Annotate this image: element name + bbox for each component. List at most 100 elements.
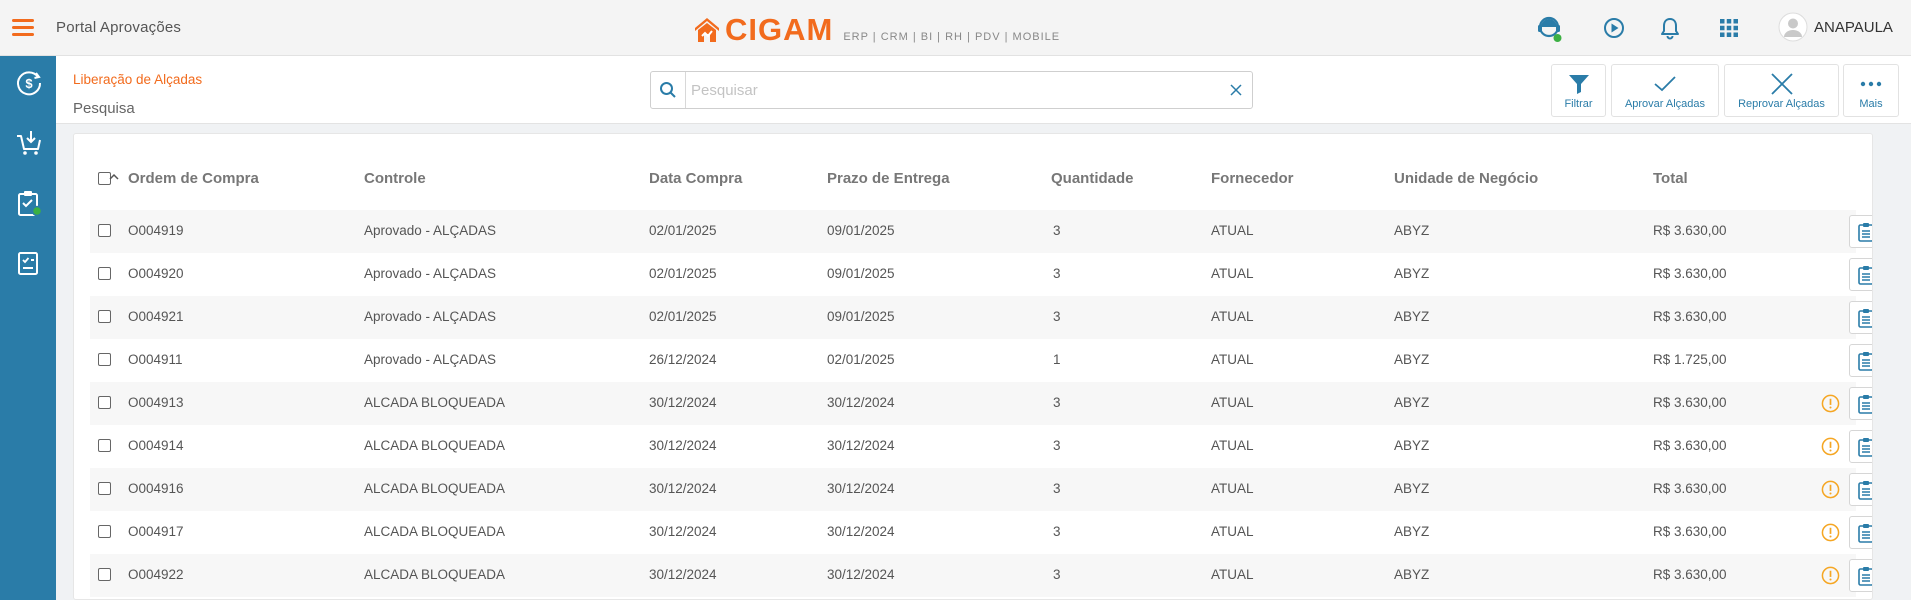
column-quantidade[interactable]: Quantidade [1051, 170, 1134, 187]
approval-checklist-icon[interactable] [14, 248, 44, 278]
row-checkbox[interactable] [98, 396, 111, 409]
clipboard-list-icon [1857, 351, 1872, 371]
details-button[interactable] [1849, 559, 1872, 592]
page-header: Liberação de Alçadas Pesquisa Filtrar Ap… [56, 56, 1911, 124]
cell-unidade: ABYZ [1394, 266, 1430, 281]
cell-prazo-entrega: 30/12/2024 [827, 395, 895, 410]
filter-button[interactable]: Filtrar [1551, 64, 1606, 117]
dollar-circle-icon[interactable]: $ [14, 68, 44, 98]
row-checkbox[interactable] [98, 224, 111, 237]
warning-icon[interactable] [1821, 523, 1840, 542]
details-button[interactable] [1849, 430, 1872, 463]
cell-controle: ALCADA BLOQUEADA [364, 524, 506, 539]
cell-data-compra: 30/12/2024 [649, 481, 717, 496]
play-circle-icon[interactable] [1599, 13, 1629, 43]
warning-icon[interactable] [1821, 566, 1840, 585]
details-button[interactable] [1849, 344, 1872, 377]
cell-fornecedor: ATUAL [1211, 395, 1254, 410]
clipboard-check-icon[interactable] [14, 188, 44, 218]
cell-data-compra: 26/12/2024 [649, 352, 717, 367]
sort-asc-icon[interactable] [109, 172, 119, 182]
cell-ordem: O004922 [128, 567, 184, 582]
brand-subtitle: ERP | CRM | BI | RH | PDV | MOBILE [843, 31, 1061, 43]
table-row[interactable]: O004922 ALCADA BLOQUEADA 30/12/2024 30/12/2… [90, 554, 1872, 597]
column-unidade[interactable]: Unidade de Negócio [1394, 170, 1538, 187]
row-checkbox[interactable] [98, 353, 111, 366]
row-checkbox[interactable] [98, 525, 111, 538]
clipboard-list-icon [1857, 566, 1872, 586]
column-fornecedor[interactable]: Fornecedor [1211, 170, 1294, 187]
row-checkbox[interactable] [98, 439, 111, 452]
details-button[interactable] [1849, 516, 1872, 549]
table-row[interactable]: O004916 ALCADA BLOQUEADA 30/12/2024 30/12/2… [90, 468, 1872, 511]
table-row[interactable]: O004921 Aprovado - ALÇADAS 02/01/2025 09/01… [90, 296, 1872, 339]
cell-prazo-entrega: 09/01/2025 [827, 223, 895, 238]
check-icon [1654, 76, 1676, 92]
details-button[interactable] [1849, 387, 1872, 420]
breadcrumb[interactable]: Liberação de Alçadas [73, 72, 202, 87]
table-row[interactable]: O004914 ALCADA BLOQUEADA 30/12/2024 30/12/2… [90, 425, 1872, 468]
row-checkbox[interactable] [98, 267, 111, 280]
more-button[interactable]: Mais [1843, 64, 1899, 117]
cell-controle: ALCADA BLOQUEADA [364, 395, 506, 410]
apps-grid-icon[interactable] [1714, 13, 1744, 43]
cell-ordem: O004916 [128, 481, 184, 496]
details-button[interactable] [1849, 215, 1872, 248]
clear-icon[interactable] [1229, 83, 1243, 97]
column-controle[interactable]: Controle [364, 170, 426, 187]
more-label: Mais [1859, 98, 1883, 110]
cell-controle: Aprovado - ALÇADAS [364, 223, 497, 238]
clipboard-list-icon [1857, 437, 1872, 457]
cell-quantidade: 3 [1053, 395, 1061, 410]
clipboard-list-icon [1857, 523, 1872, 543]
column-total[interactable]: Total [1653, 170, 1688, 187]
filter-icon [1568, 75, 1589, 94]
clipboard-list-icon [1857, 308, 1872, 328]
table-row[interactable]: O004911 Aprovado - ALÇADAS 26/12/2024 02/01… [90, 339, 1872, 382]
support-agent-icon[interactable] [1534, 13, 1564, 43]
details-button[interactable] [1849, 473, 1872, 506]
table-row[interactable]: O004919 Aprovado - ALÇADAS 02/01/2025 09/01… [90, 210, 1872, 253]
search-input[interactable] [691, 72, 1211, 108]
warning-icon[interactable] [1821, 480, 1840, 499]
row-checkbox[interactable] [98, 310, 111, 323]
details-button[interactable] [1849, 258, 1872, 291]
column-prazo-entrega[interactable]: Prazo de Entrega [827, 170, 950, 187]
cell-fornecedor: ATUAL [1211, 481, 1254, 496]
cell-controle: ALCADA BLOQUEADA [364, 567, 506, 582]
reject-button[interactable]: Reprovar Alçadas [1724, 64, 1839, 117]
user-name: ANAPAULA [1814, 18, 1893, 36]
table-row[interactable]: O004920 Aprovado - ALÇADAS 02/01/2025 09/01… [90, 253, 1872, 296]
cell-controle: Aprovado - ALÇADAS [364, 266, 497, 281]
search-button[interactable] [651, 72, 686, 108]
bell-icon[interactable] [1655, 13, 1685, 43]
page-title: Pesquisa [73, 100, 135, 117]
table-row[interactable]: O004913 ALCADA BLOQUEADA 30/12/2024 30/12/2… [90, 382, 1872, 425]
more-dots-icon [1860, 81, 1882, 87]
hamburger-icon[interactable] [12, 19, 34, 37]
cell-fornecedor: ATUAL [1211, 438, 1254, 453]
warning-icon[interactable] [1821, 437, 1840, 456]
app-title: Portal Aprovações [56, 19, 182, 36]
cell-data-compra: 30/12/2024 [649, 395, 717, 410]
user-menu[interactable]: ANAPAULA [1778, 12, 1893, 42]
cart-download-icon[interactable] [14, 128, 44, 158]
warning-icon[interactable] [1821, 394, 1840, 413]
row-checkbox[interactable] [98, 482, 111, 495]
approve-button[interactable]: Aprovar Alçadas [1611, 64, 1719, 117]
logo-mark-icon [695, 18, 719, 42]
cell-quantidade: 1 [1053, 352, 1061, 367]
row-checkbox[interactable] [98, 568, 111, 581]
cell-ordem: O004914 [128, 438, 184, 453]
cell-data-compra: 30/12/2024 [649, 438, 717, 453]
cell-data-compra: 30/12/2024 [649, 567, 717, 582]
table-row[interactable]: O004917 ALCADA BLOQUEADA 30/12/2024 30/12/2… [90, 511, 1872, 554]
cell-ordem: O004911 [128, 352, 183, 367]
column-data-compra[interactable]: Data Compra [649, 170, 742, 187]
details-button[interactable] [1849, 301, 1872, 334]
brand-logo: CIGAM ERP | CRM | BI | RH | PDV | MOBILE [693, 12, 1061, 45]
cell-quantidade: 3 [1053, 524, 1061, 539]
cell-data-compra: 02/01/2025 [649, 223, 717, 238]
close-icon [1770, 73, 1793, 95]
column-ordem[interactable]: Ordem de Compra [128, 170, 259, 187]
